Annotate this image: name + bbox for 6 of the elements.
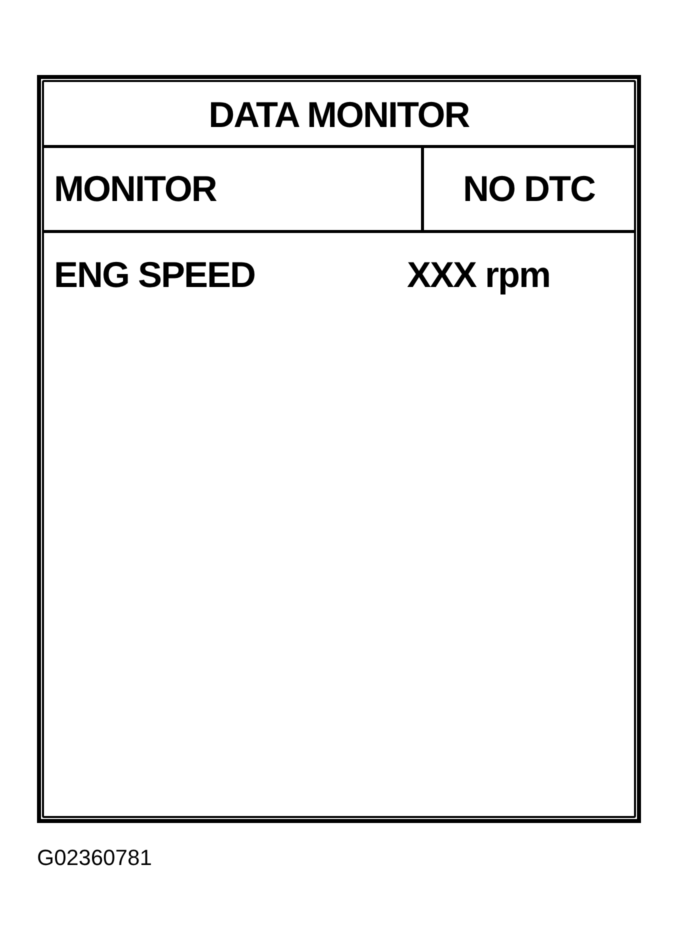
figure-id: G02360781 [37,845,152,870]
status-label: NO DTC [463,171,595,207]
parameter-value: XXX rpm [407,257,550,293]
mode-label: MONITOR [54,171,216,207]
panel-title: DATA MONITOR [208,94,470,132]
parameter-name: ENG SPEED [54,257,256,293]
